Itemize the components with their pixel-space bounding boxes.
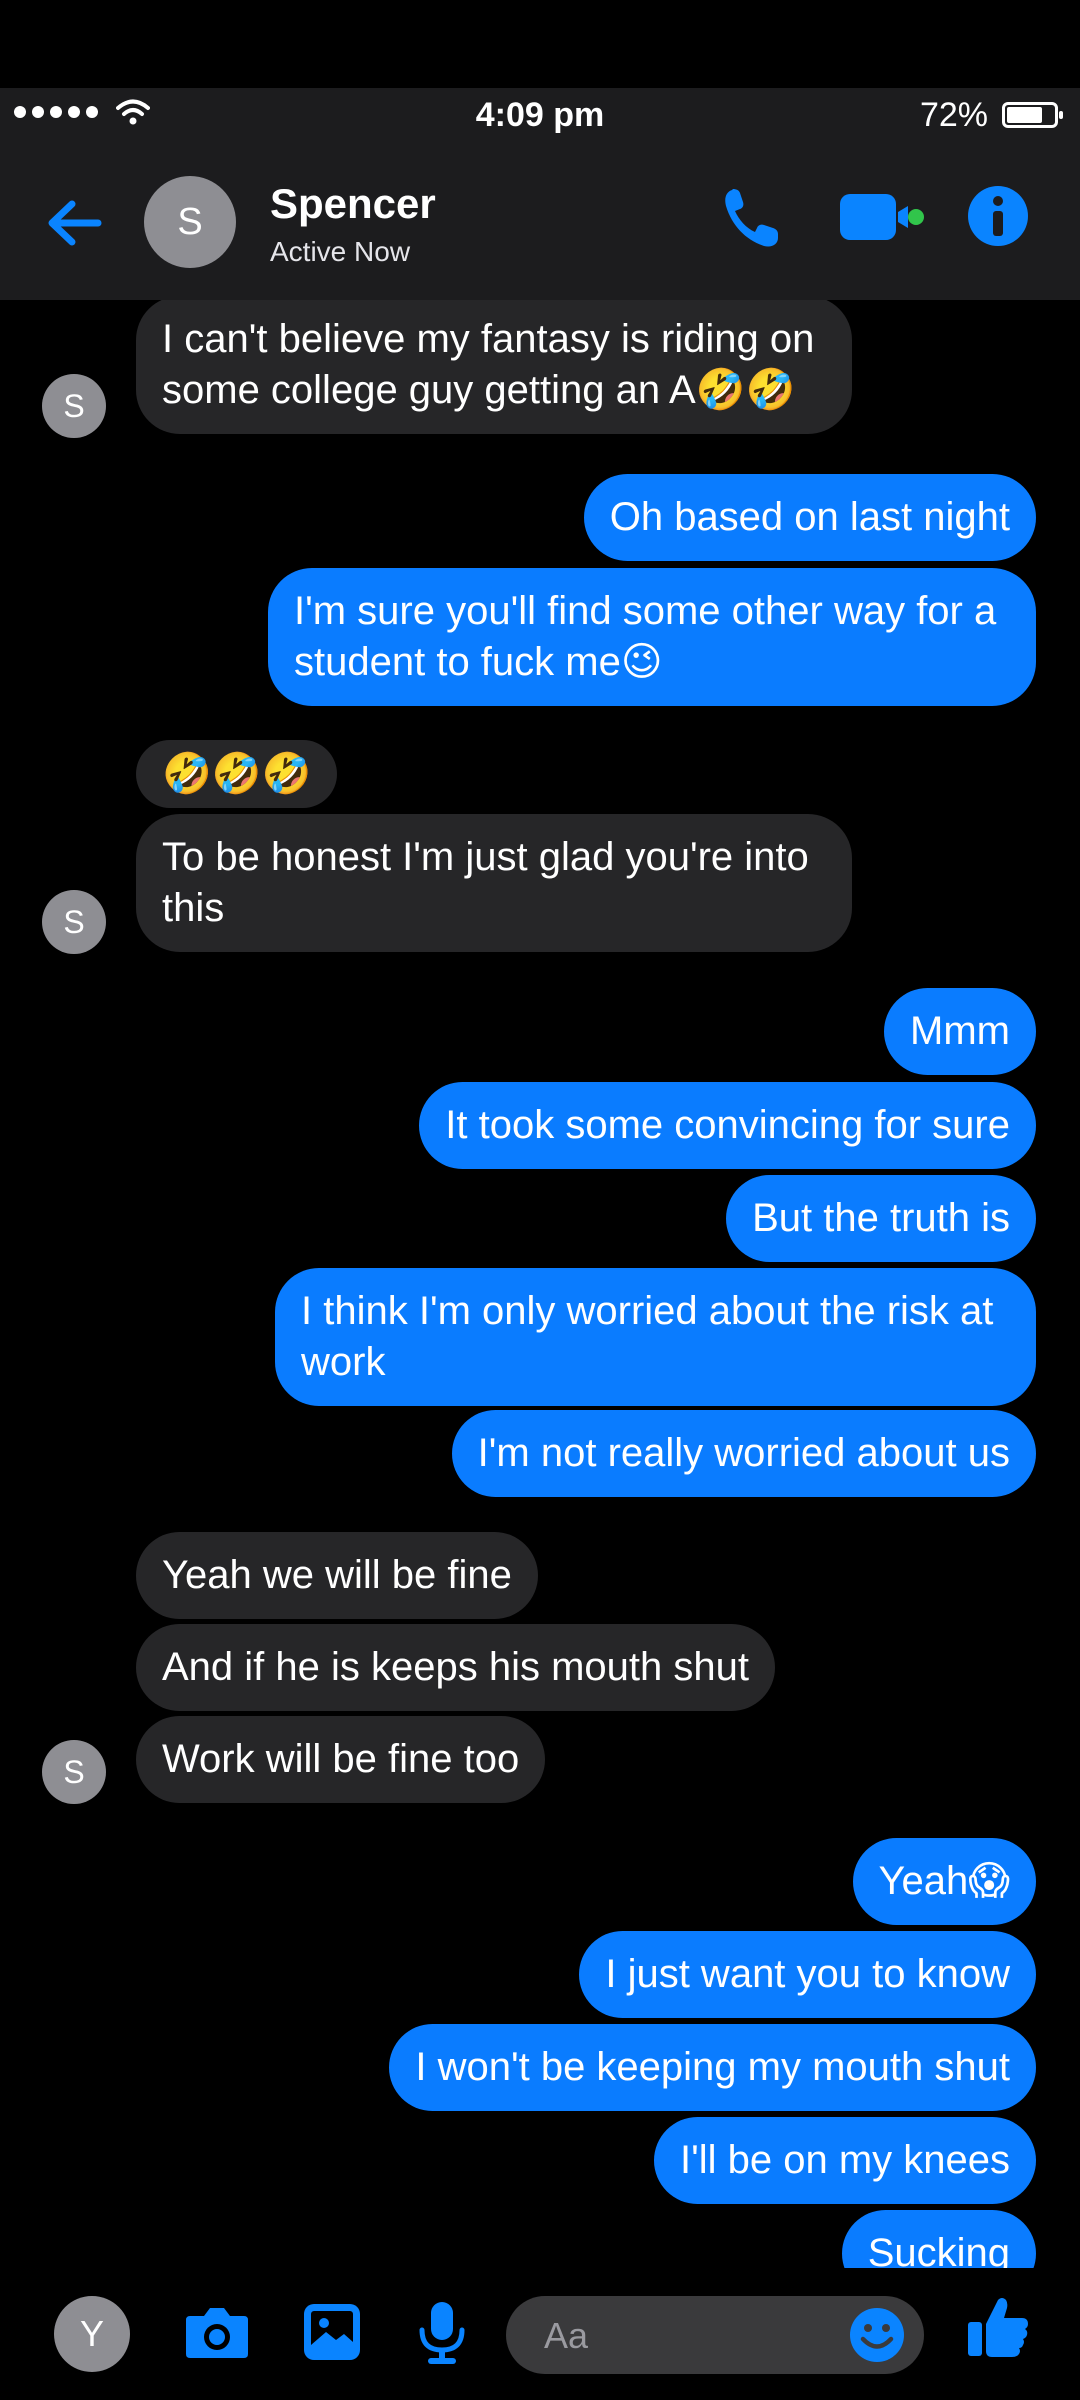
- message-input-container[interactable]: [506, 2296, 924, 2376]
- photo-icon[interactable]: [300, 2300, 364, 2364]
- phone-icon[interactable]: [720, 184, 782, 252]
- status-time: 4:09 pm: [475, 96, 605, 134]
- message-incoming[interactable]: 🤣🤣🤣: [136, 740, 338, 808]
- video-camera-icon[interactable]: [836, 184, 928, 252]
- sender-avatar[interactable]: S: [42, 1740, 106, 1804]
- back-arrow-icon[interactable]: [40, 188, 110, 258]
- camera-icon[interactable]: [182, 2300, 252, 2364]
- message-outgoing[interactable]: It took some convincing for sure: [419, 1082, 1036, 1169]
- status-bar: 4:09 pm 72%: [0, 88, 1080, 140]
- thumbs-up-icon[interactable]: [966, 2294, 1030, 2360]
- message-outgoing[interactable]: Mmm: [884, 988, 1036, 1075]
- sender-avatar[interactable]: S: [42, 890, 106, 954]
- message-list[interactable]: I can't believe my fantasy is riding on …: [0, 300, 1080, 2268]
- message-outgoing[interactable]: I just want you to know: [579, 1931, 1036, 2018]
- sender-avatar[interactable]: S: [42, 374, 106, 438]
- battery-icon: [1002, 102, 1063, 128]
- contact-status: Active Now: [270, 236, 411, 267]
- message-outgoing[interactable]: Sucking: [841, 2210, 1036, 2268]
- battery-percent: 72%: [919, 96, 988, 134]
- composer-bar: Y: [0, 2268, 1080, 2400]
- smiley-icon[interactable]: [848, 2306, 906, 2364]
- info-icon[interactable]: [966, 184, 1030, 248]
- message-incoming[interactable]: To be honest I'm just glad you're into t…: [136, 814, 852, 952]
- message-outgoing[interactable]: I think I'm only worried about the risk …: [275, 1268, 1036, 1406]
- message-outgoing[interactable]: But the truth is: [726, 1175, 1036, 1262]
- message-incoming[interactable]: Work will be fine too: [136, 1716, 546, 1803]
- message-outgoing[interactable]: I'm not really worried about us: [451, 1410, 1036, 1497]
- message-input[interactable]: [542, 2296, 846, 2376]
- message-outgoing[interactable]: I won't be keeping my mouth shut: [389, 2024, 1036, 2111]
- message-incoming[interactable]: I can't believe my fantasy is riding on …: [136, 300, 852, 434]
- message-outgoing[interactable]: Oh based on last night: [583, 474, 1036, 561]
- messenger-screen: 4:09 pm 72% S Spencer Active Now I can't…: [0, 0, 1080, 2400]
- contact-avatar[interactable]: S: [144, 176, 236, 268]
- message-outgoing[interactable]: I'll be on my knees: [653, 2117, 1036, 2204]
- microphone-icon[interactable]: [416, 2300, 468, 2366]
- conversation-header: S Spencer Active Now: [0, 140, 1080, 300]
- message-incoming[interactable]: Yeah we will be fine: [136, 1532, 538, 1619]
- contact-name[interactable]: Spencer: [270, 180, 436, 228]
- user-avatar[interactable]: Y: [54, 2296, 130, 2372]
- message-incoming[interactable]: And if he is keeps his mouth shut: [136, 1624, 775, 1711]
- message-outgoing[interactable]: I'm sure you'll find some other way for …: [268, 568, 1036, 706]
- message-outgoing[interactable]: Yeah😱: [852, 1838, 1036, 1925]
- top-bezel: [0, 0, 1080, 88]
